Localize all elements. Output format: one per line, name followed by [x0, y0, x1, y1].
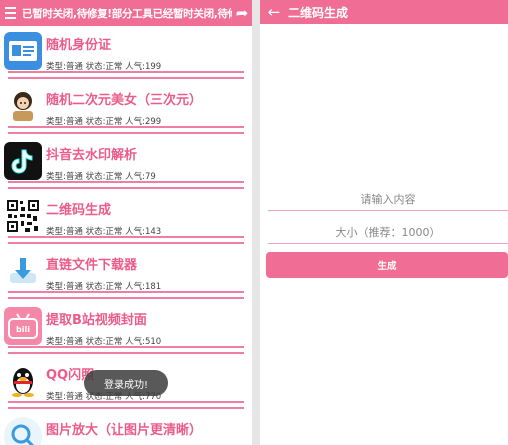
divider	[8, 346, 244, 348]
item-title: 提取B站视频封面	[46, 313, 147, 328]
anime-girl-icon	[4, 87, 42, 125]
list-item[interactable]: 图片放大（让图片更清晰）	[0, 411, 252, 445]
top-bar: ← 二维码生成	[260, 0, 508, 24]
item-title: 图片放大（让图片更清晰）	[46, 423, 203, 438]
qq-penguin-icon	[4, 362, 42, 400]
tiktok-icon	[4, 142, 42, 180]
menu-icon[interactable]	[0, 7, 22, 19]
list-item[interactable]: 随机身份证 类型:普通 状态:正常 人气:199	[0, 26, 252, 81]
toast-message: 登录成功!	[84, 370, 168, 396]
divider	[8, 187, 244, 189]
list-item[interactable]: 二维码生成 类型:普通 状态:正常 人气:143	[0, 191, 252, 246]
list-item[interactable]: 随机二次元美女（三次元） 类型:普通 状态:正常 人气:299	[0, 81, 252, 136]
divider	[8, 407, 244, 409]
content-input[interactable]: 请输入内容	[268, 189, 508, 211]
divider	[8, 242, 244, 244]
back-arrow-icon[interactable]: ←	[260, 3, 288, 21]
item-title: 二维码生成	[46, 203, 112, 218]
divider	[8, 352, 244, 354]
page-title: 二维码生成	[288, 5, 349, 20]
list-item[interactable]: 直链文件下载器 类型:普通 状态:正常 人气:181	[0, 246, 252, 301]
divider	[8, 291, 244, 293]
generate-button[interactable]: 生成	[266, 252, 508, 278]
top-bar: 已暂时关闭,待修复!部分工具已经暂时关闭,待修复!部分 ➦	[0, 0, 252, 26]
item-title: 直链文件下载器	[46, 258, 138, 273]
divider	[8, 401, 244, 403]
image-enlarge-icon	[4, 417, 42, 445]
divider	[8, 71, 244, 73]
item-title: 随机身份证	[46, 38, 112, 53]
notice-marquee: 已暂时关闭,待修复!部分工具已经暂时关闭,待修复!部分	[22, 7, 232, 20]
svg-text:bili: bili	[16, 325, 30, 334]
list-item[interactable]: bili 提取B站视频封面 类型:普通 状态:正常 人气:510	[0, 301, 252, 356]
share-icon[interactable]: ➦	[232, 4, 252, 22]
screen-divider	[252, 0, 260, 445]
qr-code-icon	[4, 197, 42, 235]
divider	[8, 297, 244, 299]
id-card-icon	[4, 32, 42, 70]
item-title: 随机二次元美女（三次元）	[46, 93, 203, 108]
divider	[8, 132, 244, 134]
item-title: 抖音去水印解析	[46, 148, 138, 163]
list-item[interactable]: 抖音去水印解析 类型:普通 状态:正常 人气:79	[0, 136, 252, 191]
tool-list-screen: 已暂时关闭,待修复!部分工具已经暂时关闭,待修复!部分 ➦ 随机身份证 类型:普…	[0, 0, 252, 445]
divider	[8, 181, 244, 183]
divider	[8, 77, 244, 79]
divider	[8, 126, 244, 128]
size-input[interactable]: 大小（推荐：1000）	[268, 222, 508, 244]
qr-generate-screen: ← 二维码生成 请输入内容 大小（推荐：1000） 生成	[260, 0, 508, 445]
divider	[8, 236, 244, 238]
bilibili-icon: bili	[4, 307, 42, 345]
download-icon	[4, 252, 42, 290]
